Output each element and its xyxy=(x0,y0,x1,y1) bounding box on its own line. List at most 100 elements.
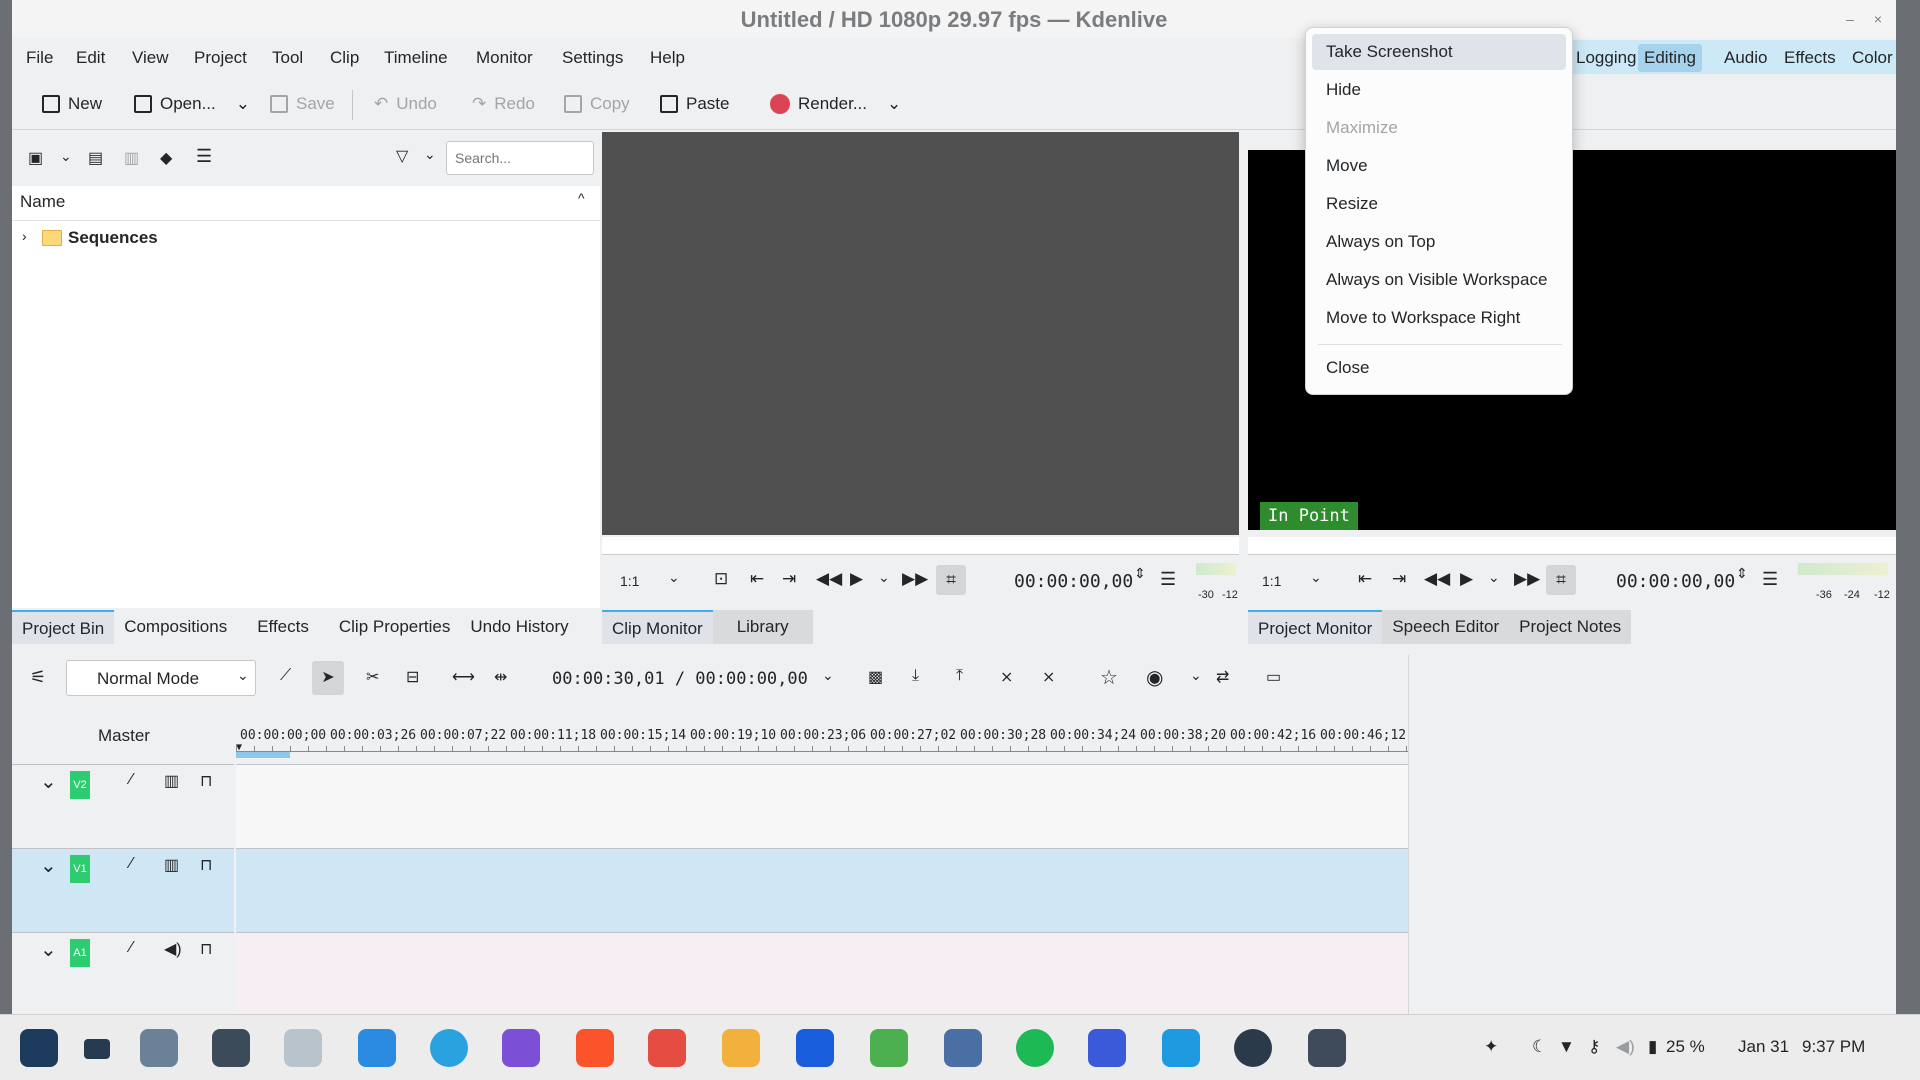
menu-item-always-on-visible-workspace[interactable]: Always on Visible Workspace xyxy=(1326,270,1547,290)
chevron-down-icon[interactable]: ⌄ xyxy=(60,148,72,165)
menu-timeline[interactable]: Timeline xyxy=(384,48,448,68)
menu-item-resize[interactable]: Resize xyxy=(1326,194,1378,214)
spin-arrows-icon[interactable]: ⇕ xyxy=(1134,565,1146,582)
menu-item-close[interactable]: Close xyxy=(1326,358,1369,378)
play-icon[interactable]: ▶ xyxy=(850,569,863,589)
tab-project-notes[interactable]: Project Notes xyxy=(1509,610,1632,644)
software-store-icon[interactable] xyxy=(1162,1029,1200,1067)
video-film-icon[interactable]: ▥ xyxy=(164,855,179,875)
wifi-icon[interactable]: ▼ xyxy=(1558,1037,1575,1057)
clip-zoom[interactable]: 1:1 xyxy=(620,573,639,589)
sequences-folder[interactable]: Sequences xyxy=(68,228,158,248)
chevron-down-icon[interactable]: ⌄ xyxy=(40,769,57,794)
menu-view[interactable]: View xyxy=(132,48,169,68)
play-icon[interactable]: ▶ xyxy=(1460,569,1473,589)
settings-sliders-icon[interactable]: ⚟ xyxy=(30,667,46,688)
date-label[interactable]: Jan 31 xyxy=(1738,1037,1789,1057)
battery-icon[interactable]: ▮ xyxy=(1648,1037,1657,1057)
rewind-icon[interactable]: ◀◀ xyxy=(1424,569,1450,589)
rewind-icon[interactable]: ◀◀ xyxy=(816,569,842,589)
copy-button[interactable]: Copy xyxy=(564,94,630,114)
undo-button[interactable]: ↶ Undo xyxy=(374,94,437,114)
folder-icon[interactable]: ▤ xyxy=(88,148,103,168)
audio-player-icon[interactable] xyxy=(1088,1029,1126,1067)
battery-percent[interactable]: 25 % xyxy=(1666,1037,1705,1057)
star-icon[interactable]: ☆ xyxy=(1100,665,1118,690)
menu-item-move[interactable]: Move xyxy=(1326,156,1368,176)
device-icon[interactable] xyxy=(358,1029,396,1067)
clip-timecode[interactable]: 00:00:00,00 xyxy=(1014,571,1133,592)
clip-monitor-ruler[interactable] xyxy=(602,537,1239,555)
workspace-audio[interactable]: Audio xyxy=(1724,48,1767,68)
chevron-down-icon[interactable]: ⌄ xyxy=(40,853,57,878)
menu-item-move-to-workspace-right[interactable]: Move to Workspace Right xyxy=(1326,308,1520,328)
spacer-tool-icon[interactable]: ⊟ xyxy=(406,667,419,687)
menu-item-always-on-top[interactable]: Always on Top xyxy=(1326,232,1435,252)
lock-icon[interactable]: ⊓ xyxy=(200,771,212,791)
lock-icon[interactable]: ⊓ xyxy=(200,939,212,959)
project-monitor-ruler[interactable] xyxy=(1248,537,1896,555)
zone-marker[interactable] xyxy=(236,752,290,758)
menu-edit[interactable]: Edit xyxy=(76,48,105,68)
select-tool-icon[interactable]: ➤ xyxy=(312,661,344,695)
tab-speech-editor[interactable]: Speech Editor xyxy=(1382,610,1510,644)
track-a1[interactable] xyxy=(236,932,1408,1016)
effects-wand-icon[interactable]: ⁄ xyxy=(130,939,133,957)
playhead-marker-icon[interactable]: ▼ xyxy=(236,742,242,753)
bin-clip-list[interactable]: Name ^ › Sequences xyxy=(12,186,600,608)
key-icon[interactable]: ⚷ xyxy=(1588,1037,1600,1057)
title-bar[interactable]: Untitled / HD 1080p 29.97 fps — Kdenlive… xyxy=(12,0,1896,38)
lock-icon[interactable]: ⊓ xyxy=(200,855,212,875)
tab-undo-history[interactable]: Undo History xyxy=(460,610,578,644)
menu-icon[interactable]: ☰ xyxy=(196,146,212,167)
terminal-icon[interactable] xyxy=(212,1029,250,1067)
new-button[interactable]: New xyxy=(42,94,102,114)
speaker-icon[interactable]: ◀) xyxy=(164,939,182,959)
menu-icon[interactable]: ☰ xyxy=(1762,569,1778,590)
track-header-a1[interactable]: ⌄ A1 ⁄ ◀) ⊓ xyxy=(12,932,234,1016)
accessibility-icon[interactable]: ✦ xyxy=(1484,1037,1498,1057)
redo-button[interactable]: ↷ Redo xyxy=(472,94,535,114)
set-in-icon[interactable]: ⇤ xyxy=(750,569,764,589)
menu-icon[interactable]: ☰ xyxy=(1160,569,1176,590)
overwrite-icon[interactable]: ⤒ xyxy=(956,667,963,685)
render-button[interactable]: Render... ⌄ xyxy=(770,94,901,114)
clip-monitor-display[interactable] xyxy=(602,132,1239,535)
video-film-icon[interactable]: ▥ xyxy=(164,771,179,791)
bitwarden-icon[interactable] xyxy=(796,1029,834,1067)
workspace-color[interactable]: Color xyxy=(1852,48,1893,68)
tab-clip-properties[interactable]: Clip Properties xyxy=(329,610,461,644)
master-label[interactable]: Master xyxy=(98,726,150,746)
screenshot-icon[interactable] xyxy=(284,1029,322,1067)
menu-item-take-screenshot[interactable]: Take Screenshot xyxy=(1326,42,1453,62)
trash-icon[interactable]: ▥ xyxy=(124,148,139,168)
tab-compositions[interactable]: Compositions xyxy=(114,610,237,644)
filter-icon[interactable]: ▽ xyxy=(396,146,408,166)
email-client-icon[interactable] xyxy=(722,1029,760,1067)
night-mode-icon[interactable]: ☾ xyxy=(1532,1037,1547,1057)
tab-project-bin[interactable]: Project Bin xyxy=(12,610,115,644)
menu-file[interactable]: File xyxy=(26,48,53,68)
volume-icon[interactable]: ◀) xyxy=(1616,1037,1635,1057)
extract-icon[interactable]: ⨯ xyxy=(1042,667,1055,687)
track-v1[interactable] xyxy=(236,848,1408,932)
save-button[interactable]: Save xyxy=(270,94,335,114)
chevron-down-icon[interactable]: ⌄ xyxy=(236,94,250,114)
menu-item-hide[interactable]: Hide xyxy=(1326,80,1361,100)
tab-effects[interactable]: Effects xyxy=(237,610,329,644)
set-out-icon[interactable]: ⇥ xyxy=(1392,569,1406,589)
chevron-down-icon[interactable]: ⌄ xyxy=(668,569,680,586)
chevron-down-icon[interactable]: ⌄ xyxy=(822,667,834,684)
kdenlive-icon[interactable] xyxy=(1308,1029,1346,1067)
composite-icon[interactable]: ▩ xyxy=(868,667,883,687)
menu-settings[interactable]: Settings xyxy=(562,48,623,68)
text-editor-icon[interactable] xyxy=(944,1029,982,1067)
close-icon[interactable]: × xyxy=(1868,9,1888,29)
track-v2[interactable] xyxy=(236,764,1408,848)
open-button[interactable]: Open... ⌄ xyxy=(134,94,250,114)
razor-all-icon[interactable]: ⟋ xyxy=(280,667,291,685)
app-launcher-icon[interactable] xyxy=(20,1029,58,1067)
chevron-down-icon[interactable]: ⌄ xyxy=(1310,569,1322,586)
tab-project-monitor[interactable]: Project Monitor xyxy=(1248,610,1383,644)
effects-wand-icon[interactable]: ⁄ xyxy=(130,855,133,873)
